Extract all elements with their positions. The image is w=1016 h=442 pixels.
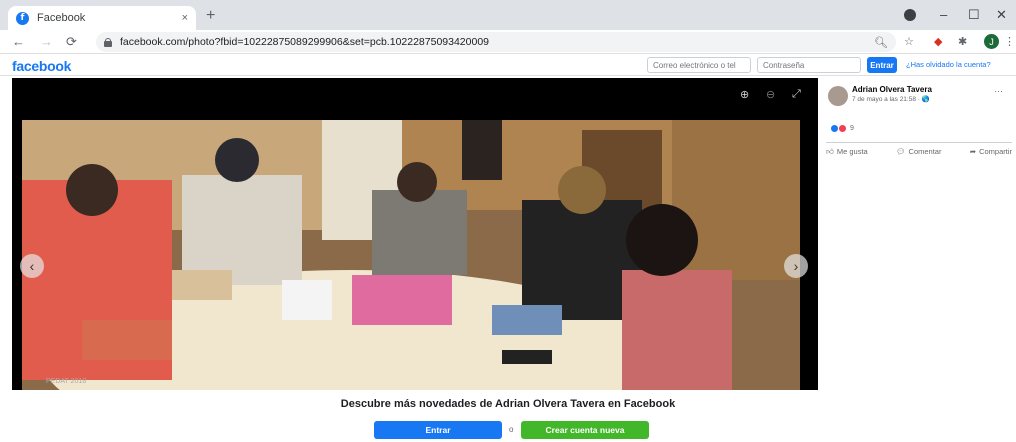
like-label: Me gusta xyxy=(836,147,868,156)
post-details-panel: Adrian Olvera Tavera 7 de mayo a las 21:… xyxy=(820,78,1016,390)
comment-button[interactable]: 💬︎ Comentar xyxy=(896,147,941,157)
fullscreen-icon[interactable]: ⤢ xyxy=(792,88,801,101)
facebook-favicon-icon: f xyxy=(16,11,29,25)
login-button[interactable]: Entrar xyxy=(867,57,897,73)
tab-close-icon[interactable]: × xyxy=(182,12,188,24)
reload-icon[interactable]: ⟳ xyxy=(66,34,77,50)
browser-tab-strip: f Facebook × + – ☐ ✕ xyxy=(0,0,1016,30)
zoom-in-icon[interactable]: ⊕ xyxy=(740,88,749,101)
post-author[interactable]: Adrian Olvera Tavera xyxy=(852,85,932,94)
menu-icon[interactable]: ⋮ xyxy=(1004,35,1015,48)
share-button[interactable]: ➦ Compartir xyxy=(970,147,1012,157)
share-label: Compartir xyxy=(979,147,1012,156)
bookmark-star-icon[interactable]: ☆ xyxy=(904,35,914,48)
zoom-out-icon[interactable]: ⊖ xyxy=(766,88,775,101)
forward-icon[interactable]: → xyxy=(40,34,53,49)
post-actions: 👍︎ Me gusta 💬︎ Comentar ➦ Compartir xyxy=(826,142,1012,157)
facebook-header: facebook Entrar ¿Has olvidado la cuenta? xyxy=(0,54,1016,76)
thumbs-up-icon: 👍︎ xyxy=(826,147,834,156)
puzzle-icon[interactable]: ✱ xyxy=(958,35,967,48)
signup-button[interactable]: Crear cuenta nueva xyxy=(521,421,649,439)
close-window-button[interactable]: ✕ xyxy=(996,7,1007,23)
minimize-button[interactable]: – xyxy=(940,7,947,22)
comment-icon: 💬︎ xyxy=(896,147,906,156)
profile-avatar-icon[interactable]: J xyxy=(984,34,999,49)
record-icon[interactable] xyxy=(904,9,916,21)
share-icon: ➦ xyxy=(969,147,977,156)
post-date[interactable]: 7 de mayo a las 21:58 · 🌎 xyxy=(852,95,930,103)
photo-viewer: ⊕ ⊖ ⤢ ‹ › PEDAT 2018 xyxy=(12,78,818,390)
group-photo xyxy=(22,120,800,390)
photo-caption: PEDAT 2018 xyxy=(46,378,87,385)
comment-label: Comentar xyxy=(908,147,942,156)
extension-icon[interactable]: ◆ xyxy=(934,35,942,48)
love-reaction-icon xyxy=(838,124,847,133)
address-bar[interactable]: facebook.com/photo?fbid=1022287508929990… xyxy=(96,32,896,52)
reaction-count: 9 xyxy=(850,125,854,132)
facebook-logo[interactable]: facebook xyxy=(12,58,71,74)
tab-title: Facebook xyxy=(37,12,86,24)
next-photo-button[interactable]: › xyxy=(784,254,808,278)
new-tab-button[interactable]: + xyxy=(206,8,215,24)
promo-text: Descubre más novedades de Adrian Olvera … xyxy=(340,398,676,410)
reactions-summary[interactable]: 9 xyxy=(830,124,854,133)
browser-tab[interactable]: f Facebook × xyxy=(8,6,196,30)
email-field[interactable] xyxy=(647,57,751,73)
forgot-account-link[interactable]: ¿Has olvidado la cuenta? xyxy=(906,60,991,69)
footer-login-button[interactable]: Entrar xyxy=(374,421,502,439)
previous-photo-button[interactable]: ‹ xyxy=(20,254,44,278)
author-avatar[interactable] xyxy=(828,86,848,106)
like-button[interactable]: 👍︎ Me gusta xyxy=(826,147,868,157)
back-icon[interactable]: ← xyxy=(12,34,25,49)
browser-toolbar: ← → ⟳ facebook.com/photo?fbid=1022287508… xyxy=(0,30,1016,54)
maximize-button[interactable]: ☐ xyxy=(968,7,980,23)
more-options-icon[interactable]: ··· xyxy=(994,86,1003,96)
lock-icon xyxy=(104,37,112,47)
zoom-icon[interactable]: 🔍︎ xyxy=(874,36,888,49)
url-text: facebook.com/photo?fbid=1022287508929990… xyxy=(120,36,489,48)
password-field[interactable] xyxy=(757,57,861,73)
separator-text: o xyxy=(509,425,514,434)
